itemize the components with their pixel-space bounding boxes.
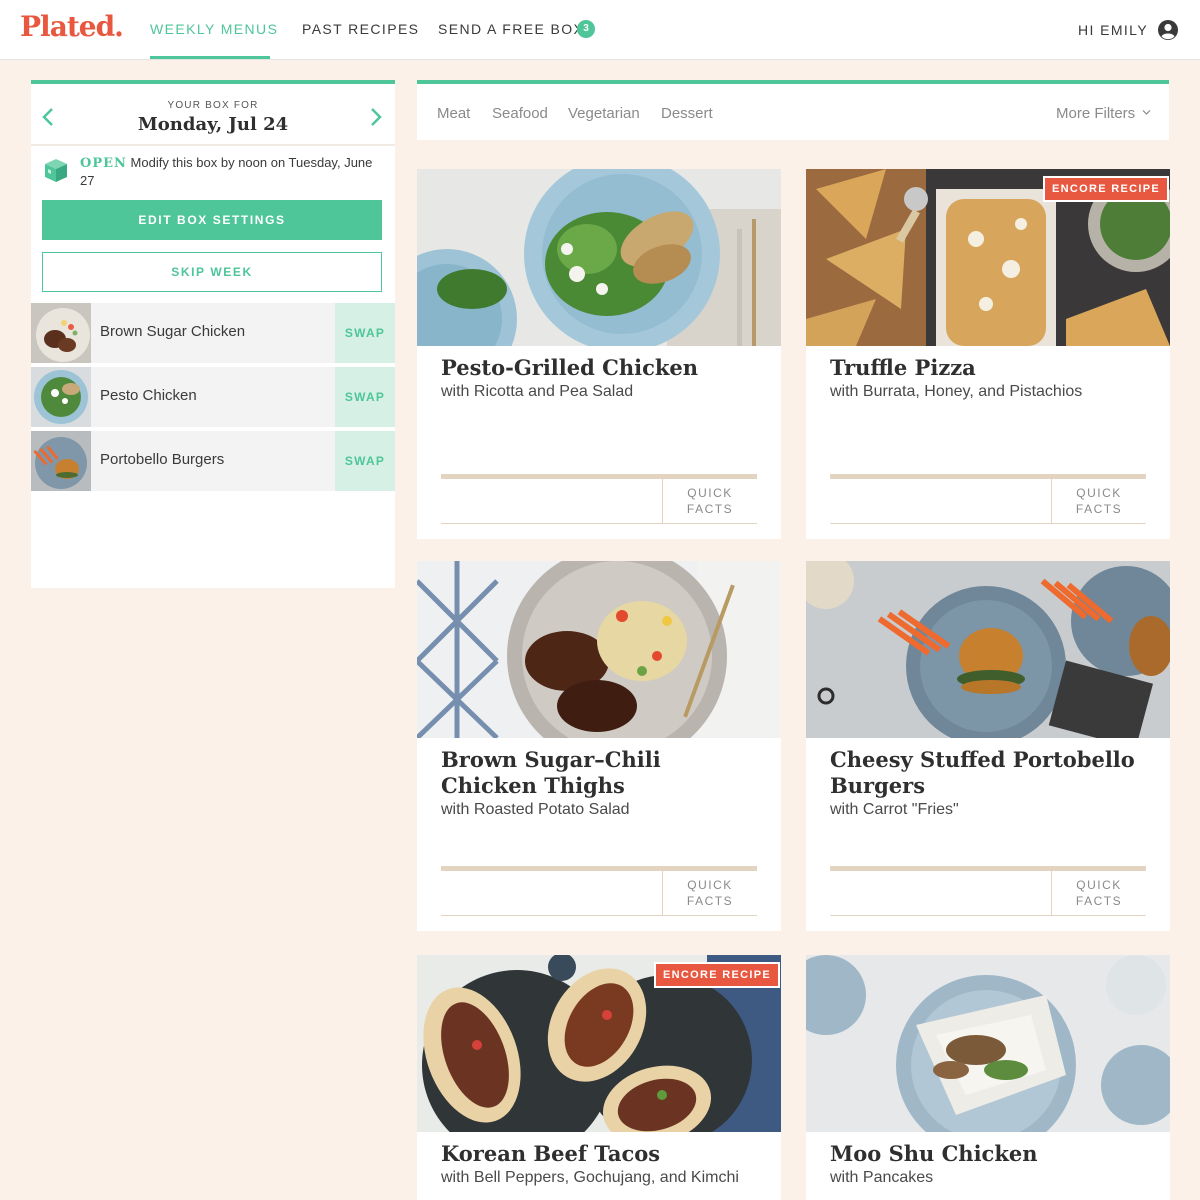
recipe-title[interactable]: Brown Sugar–Chili Chicken Thighs — [441, 747, 761, 799]
card-bottom-rule — [830, 523, 1146, 524]
active-nav-indicator — [150, 56, 270, 59]
quick-facts-separator — [1051, 479, 1052, 523]
box-item-portobello-burgers: Portobello Burgers SWAP — [31, 431, 395, 491]
box-status-word: OPEN — [80, 156, 127, 171]
recipe-title[interactable]: Korean Beef Tacos — [441, 1141, 761, 1167]
swap-button[interactable]: SWAP — [335, 431, 395, 491]
moo-shu-chicken-photo — [806, 955, 1170, 1132]
recipe-subtitle: with Ricotta and Pea Salad — [441, 383, 634, 400]
top-navigation-bar: Plated. WEEKLY MENUS PAST RECIPES SEND A… — [0, 0, 1200, 60]
portobello-burgers-thumbnail — [31, 431, 91, 491]
more-filters-label: More Filters — [1056, 105, 1136, 122]
encore-recipe-badge: ENCORE RECIPE — [1043, 176, 1169, 202]
recipe-subtitle: with Pancakes — [830, 1169, 934, 1186]
nav-weekly-menus[interactable]: WEEKLY MENUS — [150, 21, 278, 37]
pesto-chicken-thumbnail — [31, 367, 91, 427]
quick-facts-button[interactable]: QUICK FACTS — [670, 485, 750, 517]
recipe-card-korean-beef-tacos[interactable]: ENCORE RECIPE Korean Beef Tacos with Bel… — [417, 955, 781, 1200]
card-bottom-rule — [441, 915, 757, 916]
brown-sugar-chili-chicken-photo — [417, 561, 781, 738]
box-item-name: Portobello Burgers — [100, 451, 225, 468]
next-week-arrow-icon[interactable] — [369, 106, 383, 128]
recipe-card-cheesy-stuffed-portobello-burgers[interactable]: Cheesy Stuffed Portobello Burgers with C… — [806, 561, 1170, 931]
user-greeting[interactable]: HI EMILY — [1078, 22, 1148, 38]
quick-facts-button[interactable]: QUICK FACTS — [670, 877, 750, 909]
recipe-filter-bar: Meat Seafood Vegetarian Dessert More Fil… — [417, 80, 1169, 140]
card-divider — [441, 866, 757, 871]
card-bottom-rule — [441, 523, 757, 524]
box-icon — [45, 159, 67, 182]
free-box-count-badge: 3 — [577, 20, 595, 38]
filter-dessert[interactable]: Dessert — [661, 105, 713, 122]
recipe-subtitle: with Roasted Potato Salad — [441, 801, 630, 818]
card-divider — [441, 474, 757, 479]
quick-facts-separator — [662, 479, 663, 523]
recipe-subtitle: with Burrata, Honey, and Pistachios — [830, 383, 1083, 400]
recipe-title[interactable]: Cheesy Stuffed Portobello Burgers — [830, 747, 1150, 799]
box-item-brown-sugar-chicken: Brown Sugar Chicken SWAP — [31, 303, 395, 363]
pesto-grilled-chicken-photo — [417, 169, 781, 346]
edit-box-settings-button[interactable]: EDIT BOX SETTINGS — [42, 200, 382, 240]
filter-vegetarian[interactable]: Vegetarian — [568, 105, 640, 122]
more-filters-dropdown[interactable]: More Filters — [1056, 105, 1151, 122]
skip-week-button[interactable]: SKIP WEEK — [42, 252, 382, 292]
user-icon[interactable] — [1157, 19, 1179, 41]
filter-meat[interactable]: Meat — [437, 105, 470, 122]
quick-facts-button[interactable]: QUICK FACTS — [1059, 877, 1139, 909]
recipe-subtitle: with Bell Peppers, Gochujang, and Kimchi — [441, 1169, 739, 1186]
box-label: YOUR BOX FOR — [167, 100, 259, 111]
recipe-title[interactable]: Moo Shu Chicken — [830, 1141, 1150, 1167]
swap-button[interactable]: SWAP — [335, 367, 395, 427]
recipe-card-brown-sugar-chili-chicken[interactable]: Brown Sugar–Chili Chicken Thighs with Ro… — [417, 561, 781, 931]
quick-facts-separator — [662, 871, 663, 915]
nav-past-recipes[interactable]: PAST RECIPES — [302, 21, 419, 37]
recipe-card-pesto-grilled-chicken[interactable]: Pesto-Grilled Chicken with Ricotta and P… — [417, 169, 781, 539]
box-item-pesto-chicken: Pesto Chicken SWAP — [31, 367, 395, 427]
encore-recipe-badge: ENCORE RECIPE — [654, 962, 780, 988]
quick-facts-button[interactable]: QUICK FACTS — [1059, 485, 1139, 517]
recipe-card-moo-shu-chicken[interactable]: Moo Shu Chicken with Pancakes — [806, 955, 1170, 1200]
box-item-name: Pesto Chicken — [100, 387, 197, 404]
chevron-down-icon — [1142, 110, 1151, 115]
swap-button[interactable]: SWAP — [335, 303, 395, 363]
your-box-panel: YOUR BOX FOR Monday, Jul 24 OPEN Modify … — [31, 80, 395, 588]
box-item-name: Brown Sugar Chicken — [100, 323, 246, 340]
quick-facts-separator — [1051, 871, 1052, 915]
recipe-title[interactable]: Truffle Pizza — [830, 355, 1150, 381]
portobello-burgers-photo — [806, 561, 1170, 738]
brown-sugar-chicken-thumbnail — [31, 303, 91, 363]
box-delivery-date: Monday, Jul 24 — [137, 114, 289, 135]
recipe-card-truffle-pizza[interactable]: ENCORE RECIPE Truffle Pizza with Burrata… — [806, 169, 1170, 539]
card-divider — [830, 474, 1146, 479]
box-status-message: OPEN Modify this box by noon on Tuesday,… — [80, 154, 380, 189]
recipe-subtitle: with Carrot "Fries" — [830, 801, 959, 818]
recipe-title[interactable]: Pesto-Grilled Chicken — [441, 355, 761, 381]
plated-logo[interactable]: Plated. — [20, 10, 124, 43]
filter-seafood[interactable]: Seafood — [492, 105, 548, 122]
card-bottom-rule — [830, 915, 1146, 916]
card-divider — [830, 866, 1146, 871]
nav-send-free-box[interactable]: SEND A FREE BOX — [438, 21, 584, 37]
